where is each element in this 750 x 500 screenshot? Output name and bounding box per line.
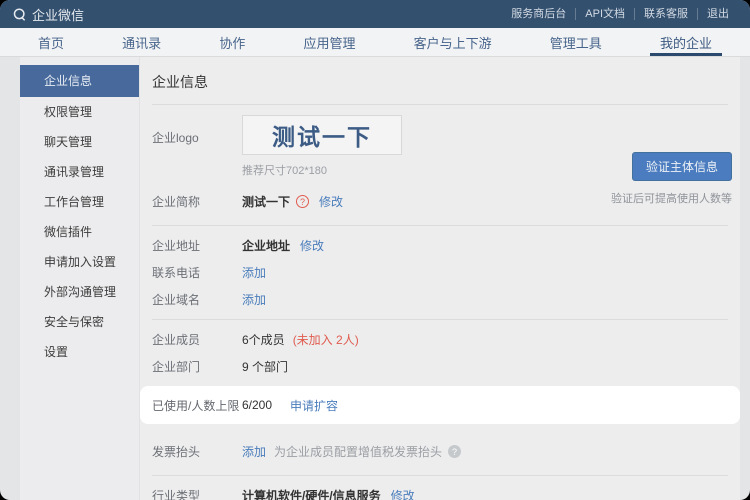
members-section: 企业成员 6个成员 (未加入 2人) 企业部门 9 个部门	[140, 320, 740, 382]
departments-row: 企业部门 9 个部门	[152, 353, 728, 380]
main-content: 企业信息 企业logo 测试一下 推荐尺寸702*180 企业简称 测试一下 ?…	[140, 57, 740, 500]
expand-capacity-link[interactable]: 申请扩容	[290, 397, 338, 414]
sidebar-item-join-settings[interactable]: 申请加入设置	[20, 247, 139, 277]
sidebar-item-workbench-management[interactable]: 工作台管理	[20, 187, 139, 217]
sidebar-item-wechat-plugin[interactable]: 微信插件	[20, 217, 139, 247]
contact-section: 企业地址 企业地址 修改 联系电话 添加 企业域名 添加	[140, 226, 740, 319]
sidebar-item-enterprise-info[interactable]: 企业信息	[20, 65, 139, 97]
domain-add-link[interactable]: 添加	[242, 291, 266, 308]
sidebar: 企业信息 权限管理 聊天管理 通讯录管理 工作台管理 微信插件 申请加入设置 外…	[20, 57, 140, 500]
departments-label: 企业部门	[152, 358, 242, 375]
phone-add-link[interactable]: 添加	[242, 264, 266, 281]
industry-section: 行业类型 计算机软件/硬件/信息服务 修改 员工规模 1-50人 修改	[140, 476, 740, 500]
enterprise-logo-image[interactable]: 测试一下	[242, 115, 402, 155]
nav-tab-collaboration[interactable]: 协作	[213, 28, 251, 56]
usage-limit-label: 已使用/人数上限	[152, 397, 242, 414]
verify-subject-button[interactable]: 验证主体信息	[632, 152, 732, 181]
domain-row: 企业域名 添加	[152, 286, 728, 313]
invoice-row: 发票抬头 添加 为企业成员配置增值税发票抬头 ?	[152, 438, 728, 465]
nav-tab-home[interactable]: 首页	[32, 28, 70, 56]
invoice-description: 为企业成员配置增值税发票抬头	[274, 443, 442, 460]
shortname-edit-link[interactable]: 修改	[319, 193, 343, 210]
nav-tab-customers[interactable]: 客户与上下游	[408, 28, 498, 56]
domain-label: 企业域名	[152, 291, 242, 308]
industry-value: 计算机软件/硬件/信息服务	[242, 487, 381, 500]
members-not-joined-note: (未加入 2人)	[293, 331, 359, 348]
app-window: 企业微信 服务商后台 API文档 联系客服 退出 首页 通讯录 协作 应用管理 …	[0, 0, 750, 500]
phone-label: 联系电话	[152, 264, 242, 281]
members-label: 企业成员	[152, 331, 242, 348]
page-body: 企业信息 权限管理 聊天管理 通讯录管理 工作台管理 微信插件 申请加入设置 外…	[0, 57, 750, 500]
usage-limit-highlight-row: 已使用/人数上限 6/200 申请扩容	[140, 386, 740, 424]
enterprise-logo-label: 企业logo	[152, 115, 242, 178]
sidebar-item-permission-management[interactable]: 权限管理	[20, 97, 139, 127]
brand: 企业微信	[12, 5, 84, 24]
address-value: 企业地址	[242, 237, 290, 254]
address-edit-link[interactable]: 修改	[300, 237, 324, 254]
info-icon[interactable]: ?	[448, 445, 461, 458]
invoice-label: 发票抬头	[152, 443, 242, 460]
brand-label: 企业微信	[32, 5, 84, 24]
phone-row: 联系电话 添加	[152, 259, 728, 286]
sidebar-item-chat-management[interactable]: 聊天管理	[20, 127, 139, 157]
nav-tab-contacts[interactable]: 通讯录	[116, 28, 167, 56]
question-icon[interactable]: ?	[296, 195, 309, 208]
topbar-link-service-provider[interactable]: 服务商后台	[502, 8, 575, 20]
shortname-label: 企业简称	[152, 193, 242, 210]
members-value: 6个成员	[242, 331, 285, 348]
topbar-links: 服务商后台 API文档 联系客服 退出	[502, 8, 738, 20]
logo-size-hint: 推荐尺寸702*180	[242, 162, 402, 178]
nav-tab-app-management[interactable]: 应用管理	[297, 28, 361, 56]
industry-row: 行业类型 计算机软件/硬件/信息服务 修改	[152, 482, 728, 500]
industry-edit-link[interactable]: 修改	[391, 487, 415, 500]
sidebar-item-security[interactable]: 安全与保密	[20, 307, 139, 337]
main-nav: 首页 通讯录 协作 应用管理 客户与上下游 管理工具 我的企业	[0, 28, 750, 57]
invoice-section: 发票抬头 添加 为企业成员配置增值税发票抬头 ?	[140, 428, 740, 475]
topbar-link-api-docs[interactable]: API文档	[575, 8, 634, 20]
topbar-link-logout[interactable]: 退出	[697, 8, 738, 20]
address-row: 企业地址 企业地址 修改	[152, 232, 728, 259]
usage-limit-value: 6/200	[242, 398, 272, 412]
industry-label: 行业类型	[152, 487, 242, 500]
sidebar-item-settings[interactable]: 设置	[20, 337, 139, 367]
nav-tab-my-enterprise[interactable]: 我的企业	[654, 28, 718, 56]
sidebar-item-contacts-management[interactable]: 通讯录管理	[20, 157, 139, 187]
departments-value: 9 个部门	[242, 358, 288, 375]
wechat-work-logo-icon	[12, 7, 27, 22]
members-row: 企业成员 6个成员 (未加入 2人)	[152, 326, 728, 353]
verify-hint: 验证后可提高使用人数等	[611, 190, 732, 206]
topbar-link-contact-support[interactable]: 联系客服	[634, 8, 697, 20]
nav-tab-admin-tools[interactable]: 管理工具	[544, 28, 608, 56]
sidebar-item-external-communication[interactable]: 外部沟通管理	[20, 277, 139, 307]
address-label: 企业地址	[152, 237, 242, 254]
page-title: 企业信息	[140, 57, 740, 104]
enterprise-logo-block: 测试一下 推荐尺寸702*180	[242, 115, 402, 178]
invoice-add-link[interactable]: 添加	[242, 443, 266, 460]
topbar: 企业微信 服务商后台 API文档 联系客服 退出	[0, 0, 750, 28]
verify-area: 验证主体信息 验证后可提高使用人数等	[611, 152, 732, 206]
shortname-value: 测试一下	[242, 193, 290, 210]
